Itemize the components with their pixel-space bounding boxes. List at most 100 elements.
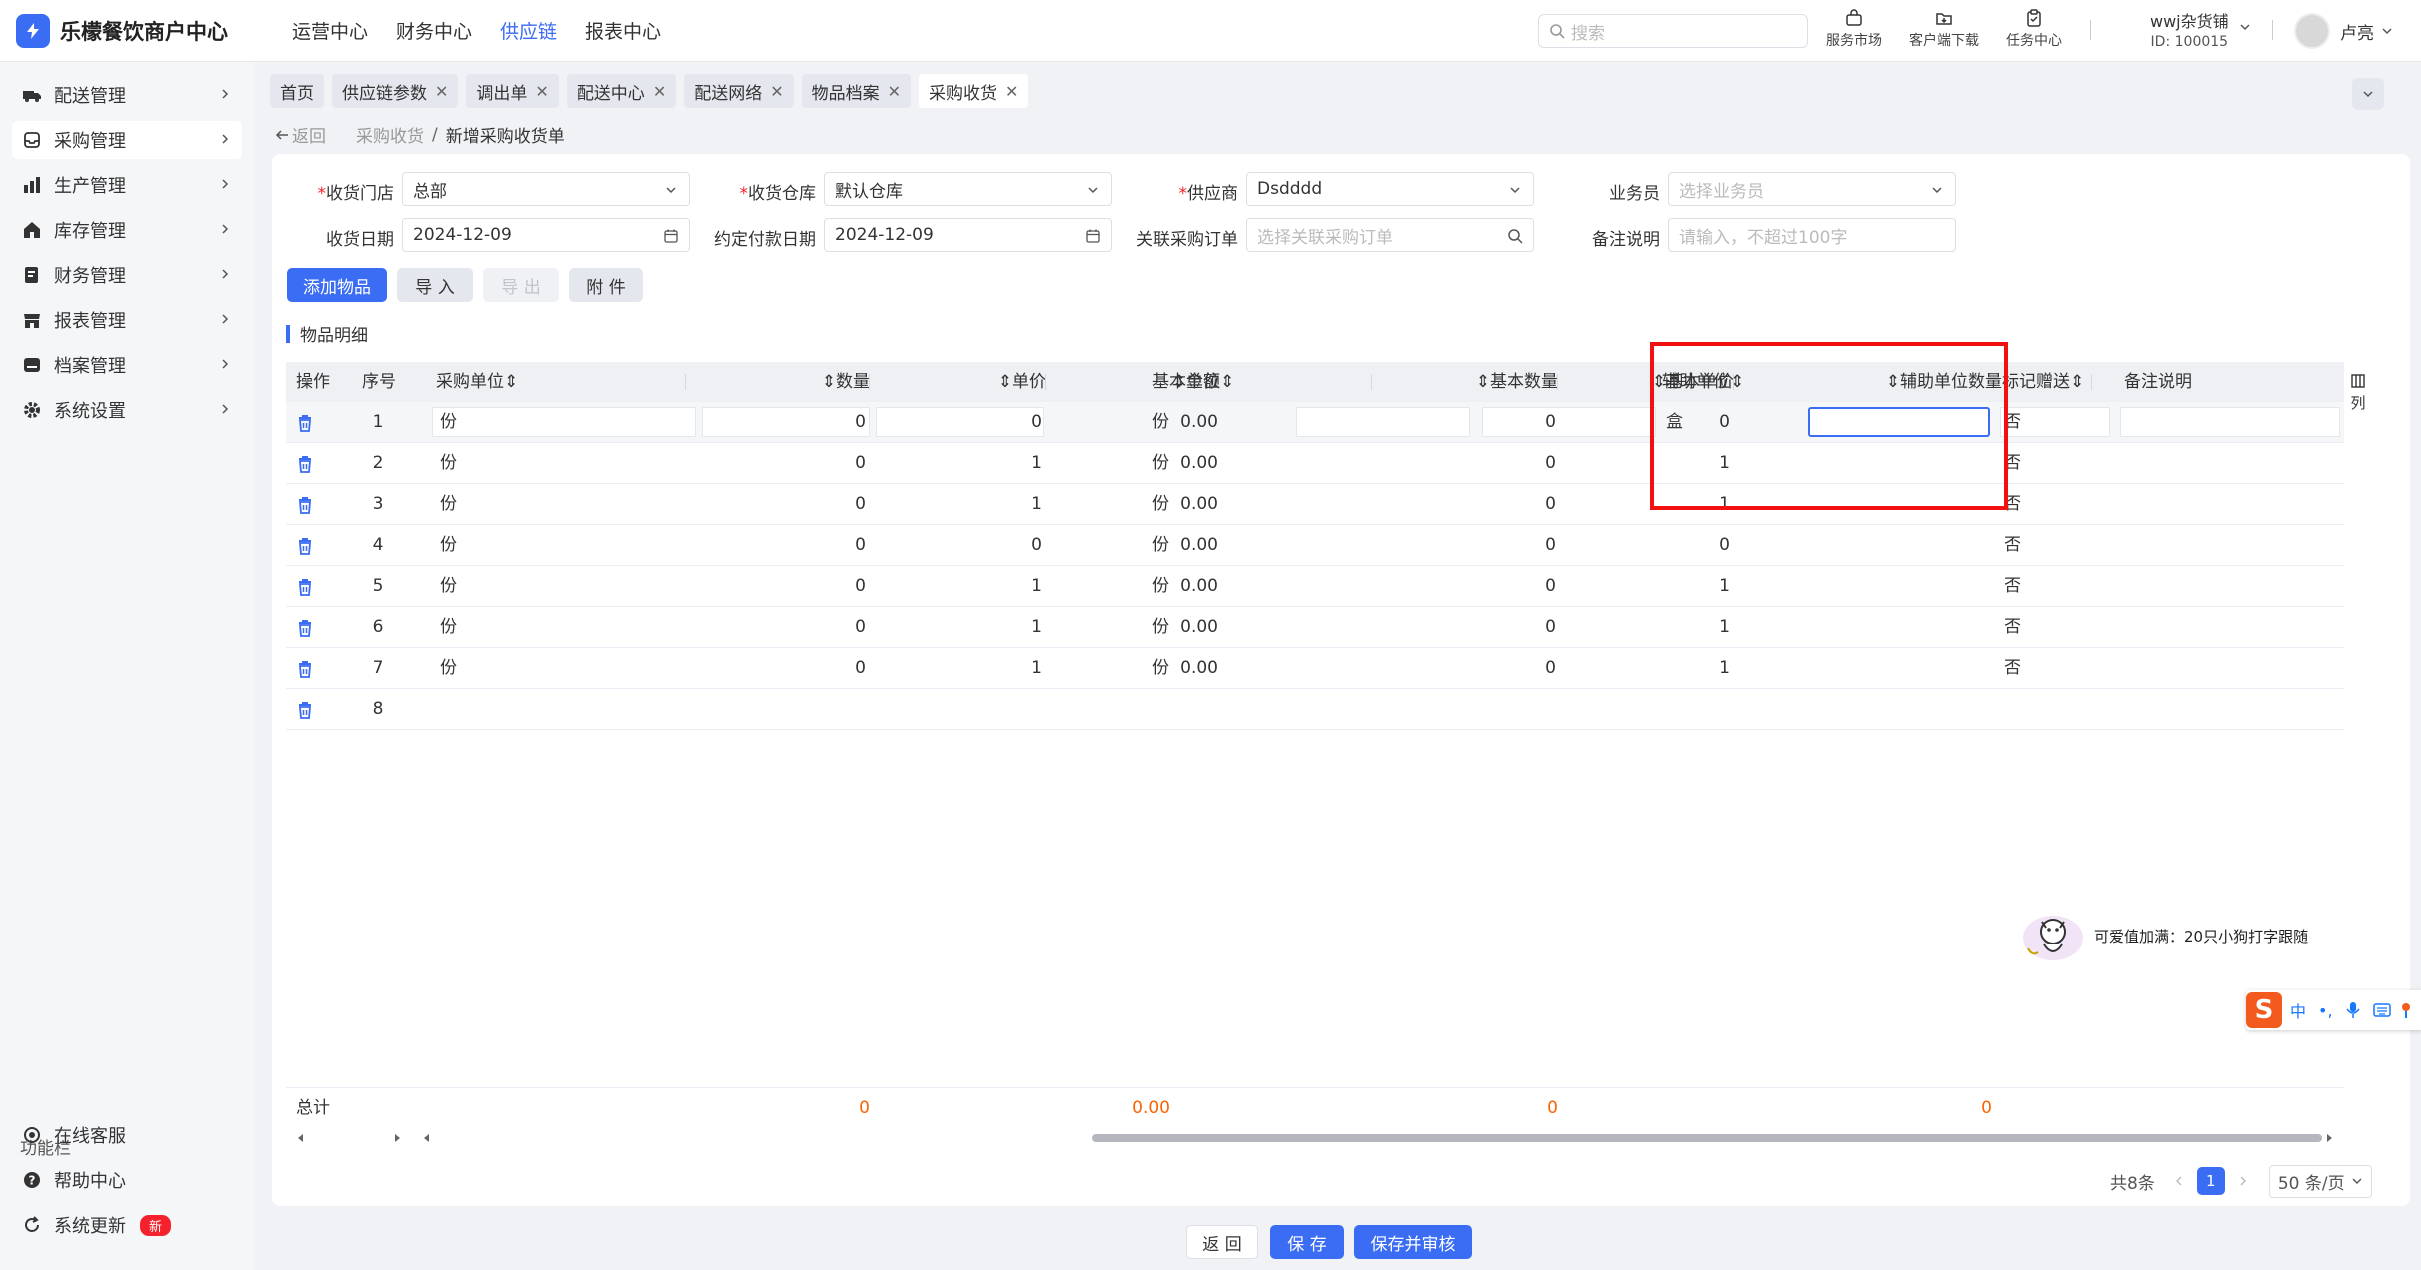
trash-icon[interactable] [296, 496, 314, 514]
cell-aux-qty [1802, 689, 1982, 730]
brand[interactable]: 乐檬餐饮商户中心 [16, 13, 256, 48]
scrollbar-thumb[interactable] [1092, 1134, 2322, 1142]
cell-base-unit: 份 [1152, 535, 1169, 555]
tab-distribution-network[interactable]: 配送网络 ✕ [684, 74, 794, 108]
pin-icon[interactable] [2401, 1002, 2411, 1018]
trash-icon[interactable] [296, 414, 314, 432]
tab-home[interactable]: 首页 [270, 74, 324, 108]
scroll-left-icon[interactable] [420, 1131, 434, 1145]
supplier-select[interactable]: Dsdddd [1246, 172, 1534, 206]
sidebar-item-inventory[interactable]: 库存管理 [12, 211, 242, 249]
scroll-left-icon[interactable] [294, 1131, 308, 1145]
attachment-button[interactable]: 附 件 [569, 268, 643, 302]
top-nav-reports[interactable]: 报表中心 [585, 17, 661, 44]
trash-icon[interactable] [296, 455, 314, 473]
horizontal-scrollbar[interactable] [286, 1128, 2344, 1148]
sidebar-item-settings[interactable]: 系统设置 [12, 391, 242, 429]
store-select[interactable]: 总部 [402, 172, 690, 206]
sidebar-item-archive[interactable]: 档案管理 [12, 346, 242, 384]
tab-supply-params[interactable]: 供应链参数 ✕ [332, 74, 459, 108]
chevron-down-icon [2352, 1178, 2362, 1184]
client-download-button[interactable]: 客户端下载 [1904, 8, 1984, 50]
next-page-icon[interactable] [2237, 1175, 2249, 1187]
back-link[interactable]: 返回 [274, 122, 326, 147]
online-service-link[interactable]: 在线客服 [12, 1116, 242, 1154]
close-icon[interactable]: ✕ [888, 82, 901, 101]
save-and-audit-button[interactable]: 保存并审核 [1354, 1225, 1472, 1259]
order-label: 关联采购订单 [1136, 230, 1238, 250]
cell-qty: 0 [855, 658, 866, 678]
pay-date-picker[interactable]: 2024-12-09 [824, 218, 1112, 252]
table-row: 5 份 0 1 0.00 份 0 1 否 [286, 566, 2344, 607]
brand-name: 乐檬餐饮商户中心 [60, 19, 228, 44]
search-input[interactable]: 搜索 [1538, 14, 1808, 48]
column-settings-button[interactable]: 列 [2348, 374, 2368, 413]
tab-item-archive[interactable]: 物品档案 ✕ [801, 74, 912, 108]
cell-base-qty: 0 [1545, 453, 1556, 473]
service-market-button[interactable]: 服务市场 [1814, 8, 1894, 50]
import-button[interactable]: 导 入 [397, 268, 473, 302]
top-nav-ops[interactable]: 运营中心 [292, 17, 368, 44]
close-icon[interactable]: ✕ [435, 82, 448, 101]
cell-aux-unit [1666, 566, 1746, 607]
th-base-unit[interactable]: 基本单位⇕ [1152, 362, 1372, 402]
sidebar-item-reports[interactable]: 报表管理 [12, 301, 242, 339]
trash-icon[interactable] [296, 578, 314, 596]
warehouse-select[interactable]: 默认仓库 [824, 172, 1112, 206]
th-base-qty[interactable]: ⇕基本数量 [1378, 362, 1558, 402]
close-icon[interactable]: ✕ [653, 82, 666, 101]
th-gift[interactable]: 标记赠送⇕ [2002, 362, 2092, 402]
chevron-down-icon[interactable] [2238, 20, 2252, 34]
tab-menu-button[interactable] [2352, 78, 2384, 110]
sidebar-item-finance[interactable]: 财务管理 [12, 256, 242, 294]
cell-qty: 0 [855, 535, 866, 555]
th-purchase-unit[interactable]: 采购单位⇕ [436, 362, 686, 402]
page-number[interactable]: 1 [2196, 1167, 2225, 1195]
scroll-right-icon[interactable] [2322, 1131, 2336, 1145]
trash-icon[interactable] [296, 537, 314, 555]
salesman-select[interactable]: 选择业务员 [1668, 172, 1956, 206]
ime-punctuation-toggle[interactable]: •, [2318, 1001, 2333, 1020]
total-aux-qty: 0 [1981, 1098, 1992, 1118]
scroll-right-icon[interactable] [390, 1131, 404, 1145]
top-nav-finance[interactable]: 财务中心 [396, 17, 472, 44]
trash-icon[interactable] [296, 660, 314, 678]
sidebar-item-production[interactable]: 生产管理 [12, 166, 242, 204]
th-qty[interactable]: ⇕数量 [688, 362, 870, 402]
prev-page-icon[interactable] [2173, 1175, 2185, 1187]
page-size-value: 50 条/页 [2277, 1173, 2345, 1194]
page-size-select[interactable]: 50 条/页 [2268, 1164, 2372, 1198]
close-icon[interactable]: ✕ [770, 82, 783, 101]
trash-icon[interactable] [296, 619, 314, 637]
th-price[interactable]: ⇕单价 [874, 362, 1046, 402]
tab-purchase-receipt[interactable]: 采购收货 ✕ [919, 74, 1029, 108]
account-switcher[interactable]: wwj杂货铺 ID: 100015 [2150, 8, 2229, 50]
sidebar-item-delivery[interactable]: 配送管理 [12, 76, 242, 114]
back-button[interactable]: 返 回 [1186, 1225, 1258, 1259]
tab-transfer-out[interactable]: 调出单 ✕ [466, 74, 559, 108]
ime-toolbar[interactable]: S 中 •, [2246, 990, 2421, 1030]
keyboard-icon[interactable] [2372, 1002, 2391, 1018]
microphone-icon[interactable] [2345, 1001, 2361, 1019]
task-center-button[interactable]: 任务中心 [1994, 8, 2074, 50]
receive-date-picker[interactable]: 2024-12-09 [402, 218, 690, 252]
remark-input[interactable]: 请输入，不超过100字 [1668, 218, 1956, 252]
top-nav-supply-chain[interactable]: 供应链 [500, 17, 557, 44]
help-center-link[interactable]: ? 帮助中心 [12, 1161, 242, 1199]
close-icon[interactable]: ✕ [535, 82, 548, 101]
trash-icon[interactable] [296, 701, 314, 719]
user-menu[interactable]: 卢亮 [2294, 13, 2394, 49]
export-button[interactable]: 导 出 [483, 268, 559, 302]
add-item-button[interactable]: 添加物品 [287, 268, 387, 302]
ime-lang-toggle[interactable]: 中 [2290, 998, 2306, 1022]
sidebar-item-purchase[interactable]: 采购管理 [12, 121, 242, 159]
system-update-link[interactable]: 系统更新 新 [12, 1206, 242, 1244]
close-icon[interactable]: ✕ [1005, 82, 1018, 101]
save-button[interactable]: 保 存 [1270, 1225, 1344, 1259]
purchase-order-search[interactable]: 选择关联采购订单 [1246, 218, 1534, 252]
remark-input[interactable] [2120, 407, 2340, 437]
promo-widget[interactable]: 可爱值加满：20只小狗打字跟随 [2020, 908, 2308, 964]
tab-distribution-center[interactable]: 配送中心 ✕ [566, 74, 677, 108]
breadcrumb-parent[interactable]: 采购收货 [356, 122, 424, 147]
chevron-right-icon [222, 89, 229, 99]
